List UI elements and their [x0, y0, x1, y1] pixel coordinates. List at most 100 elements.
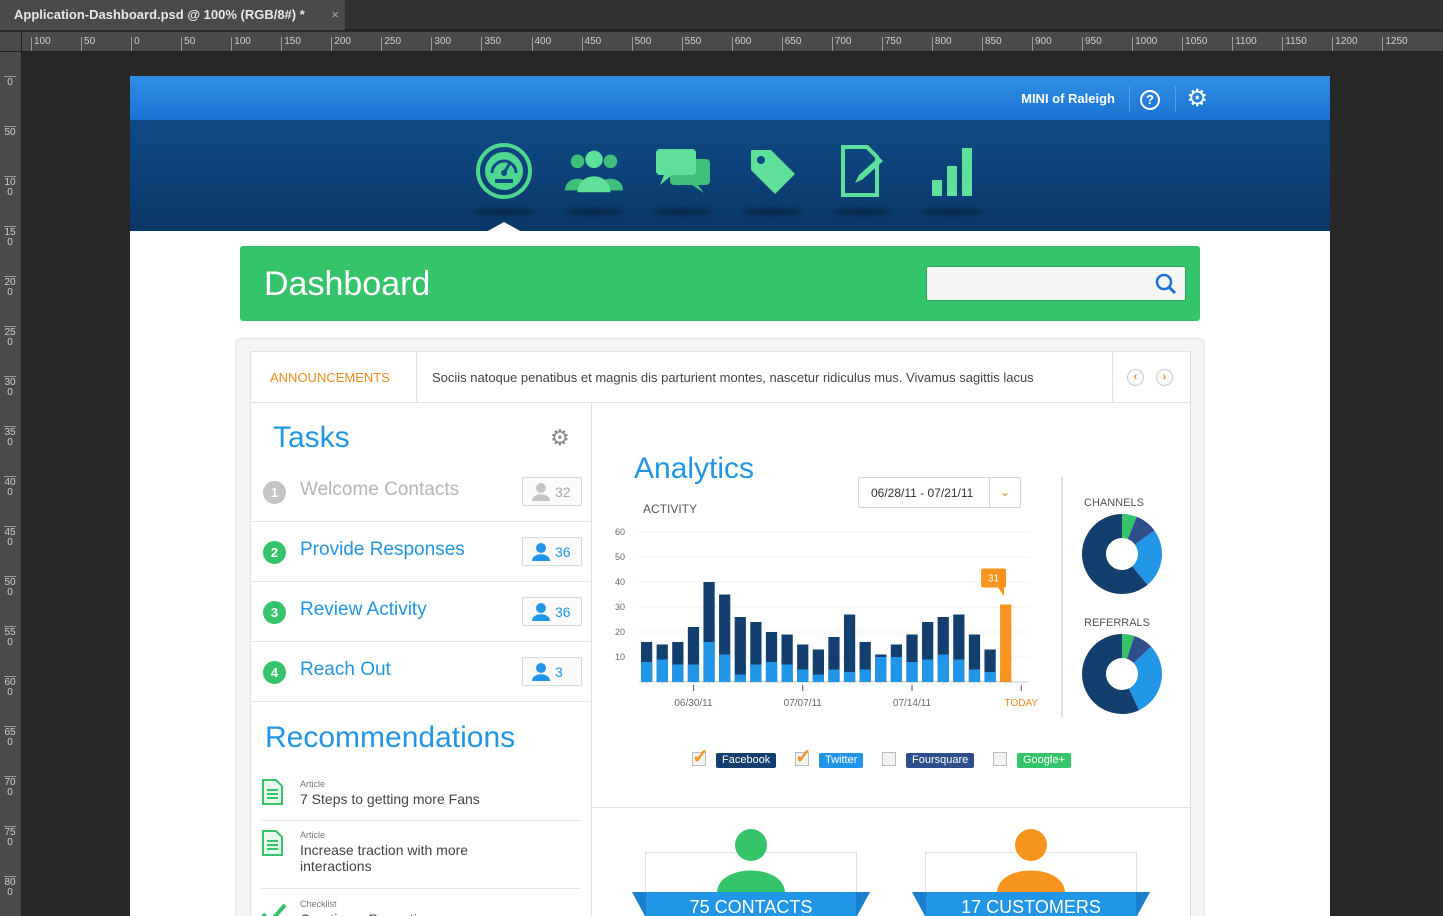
task-row[interactable]: 3 Review Activity 36 [251, 582, 591, 642]
help-icon[interactable]: ? [1140, 90, 1160, 110]
contacts-ribbon[interactable]: 75 CONTACTS [632, 892, 870, 916]
task-count: 32 [555, 484, 571, 500]
ruler-tick-label: 150 [281, 37, 301, 51]
settings-gear-icon[interactable]: ⚙ [1186, 87, 1208, 111]
ruler-tick-label: 600 [4, 676, 16, 698]
recommendation-item[interactable]: Article Increase traction with more inter… [261, 830, 581, 880]
ruler-tick-label: 200 [4, 276, 16, 298]
task-count-badge[interactable]: 36 [522, 537, 582, 566]
facebook-bar[interactable] [843, 614, 856, 683]
twitter-bar[interactable] [859, 669, 871, 683]
divider [1129, 86, 1130, 112]
search-icon[interactable] [1155, 273, 1177, 295]
task-label: Provide Responses [300, 539, 465, 560]
ruler-tick-label: 850 [981, 37, 1002, 51]
legend-label: Google+ [1017, 753, 1071, 768]
content-card: ANNOUNCEMENTS Sociis natoque penatibus e… [250, 351, 1191, 916]
twitter-bar[interactable] [984, 672, 996, 682]
ruler-tick-label: 500 [4, 576, 16, 598]
analytics-bars-icon[interactable] [922, 141, 982, 201]
ruler-tick-label: 1100 [1232, 37, 1257, 51]
twitter-bar[interactable] [890, 657, 903, 682]
task-row[interactable]: 2 Provide Responses 36 [251, 522, 591, 582]
chevron-down-icon[interactable]: ⌄ [989, 478, 1020, 507]
twitter-bar[interactable] [812, 674, 824, 683]
tags-icon[interactable] [742, 141, 802, 201]
next-arrow-icon[interactable]: › [1156, 369, 1173, 386]
legend-checkbox[interactable] [993, 752, 1007, 766]
document-icon [262, 779, 283, 805]
task-number: 2 [263, 541, 286, 564]
contacts-icon[interactable] [564, 141, 624, 201]
icon-shadow [653, 209, 713, 215]
ruler-tick-label: 300 [431, 37, 451, 51]
ruler-tick-label: 900 [1032, 37, 1052, 51]
messages-icon[interactable] [653, 141, 713, 201]
legend-checkbox[interactable]: ✓ [795, 747, 812, 767]
ruler-tick-label: 500 [631, 37, 651, 51]
task-row[interactable]: 4 Reach Out 3 [251, 642, 591, 702]
twitter-bar[interactable] [953, 659, 965, 683]
ruler-tick-label: 300 [4, 376, 16, 398]
ruler-tick-label: 100 [31, 37, 51, 51]
twitter-bar[interactable] [922, 659, 934, 683]
task-count-badge[interactable]: 3 [522, 657, 582, 686]
twitter-bar[interactable] [797, 669, 809, 683]
customers-ribbon[interactable]: 17 CUSTOMERS [912, 892, 1150, 916]
ruler-vertical[interactable]: 0 50 100 150 200 250 300 350 400 450 500 550 600 650 7… [0, 32, 22, 916]
task-count-badge[interactable]: 32 [522, 477, 582, 506]
icon-shadow [922, 209, 982, 215]
date-range-select[interactable]: 06/28/11 - 07/21/11 ⌄ [858, 477, 1021, 508]
legend-item-foursquare[interactable]: Foursquare [882, 752, 986, 770]
person-icon [532, 543, 550, 561]
task-row[interactable]: 1 Welcome Contacts 32 [251, 462, 591, 522]
twitter-bar[interactable] [719, 654, 731, 683]
search-input[interactable] [926, 266, 1186, 301]
facebook-bar[interactable] [734, 617, 746, 682]
tasks-column: Tasks ⚙ 1 Welcome Contacts 32 2 Provide Resp… [251, 403, 592, 916]
task-count-badge[interactable]: 36 [522, 597, 582, 626]
account-name[interactable]: MINI of Raleigh [1021, 76, 1115, 122]
twitter-bar[interactable] [734, 674, 746, 683]
tasks-gear-icon[interactable]: ⚙ [550, 425, 570, 451]
dashboard-icon[interactable] [474, 141, 534, 201]
divider [1061, 477, 1063, 717]
twitter-bar[interactable] [703, 642, 715, 682]
recommendation-item[interactable]: Article 7 Steps to getting more Fans [261, 779, 581, 829]
twitter-bar[interactable] [875, 657, 887, 682]
today-bar[interactable] [1000, 604, 1012, 683]
twitter-bar[interactable] [750, 664, 762, 683]
twitter-bar[interactable] [843, 672, 856, 682]
task-number: 1 [263, 481, 286, 504]
close-icon[interactable]: × [331, 0, 339, 30]
prev-arrow-icon[interactable]: ‹ [1127, 369, 1144, 386]
recommendation-item[interactable]: Checklist Creating a Promotion [261, 899, 581, 916]
twitter-bar[interactable] [641, 662, 653, 682]
twitter-bar[interactable] [687, 664, 700, 683]
legend-checkbox[interactable]: ✓ [692, 747, 709, 767]
legend-item-google-plus[interactable]: Google+ [993, 752, 1075, 770]
twitter-bar[interactable] [937, 654, 949, 683]
divider [1175, 86, 1176, 112]
document-tab[interactable]: Application-Dashboard.psd @ 100% (RGB/8#… [0, 0, 345, 30]
ruler-tick-label: 50 [81, 37, 95, 51]
twitter-bar[interactable] [828, 669, 840, 683]
legend-item-facebook[interactable]: ✓ Facebook [692, 747, 784, 770]
page-title: Dashboard [264, 265, 431, 303]
activity-chart: 60 50 40 30 20 10 31 06/30/11 07/07/11 07/14/11 TO… [615, 527, 1038, 709]
ruler-corner[interactable] [0, 32, 22, 52]
twitter-bar[interactable] [781, 664, 793, 683]
legend-item-twitter[interactable]: ✓ Twitter [795, 747, 886, 770]
person-icon [532, 663, 550, 681]
notes-icon[interactable] [832, 141, 892, 201]
twitter-bar[interactable] [968, 669, 981, 683]
twitter-bar[interactable] [672, 664, 684, 683]
twitter-bar[interactable] [765, 662, 778, 682]
referrals-donut [1082, 634, 1162, 714]
y-tick-label: 10 [615, 652, 625, 662]
legend-checkbox[interactable] [882, 752, 896, 766]
twitter-bar[interactable] [906, 662, 918, 682]
ruler-horizontal[interactable]: 100 50 0 50 100 150 200 250 300 350 400 450 500 550 60… [22, 32, 1443, 52]
twitter-bar[interactable] [656, 659, 668, 683]
y-tick-label: 60 [615, 527, 625, 537]
